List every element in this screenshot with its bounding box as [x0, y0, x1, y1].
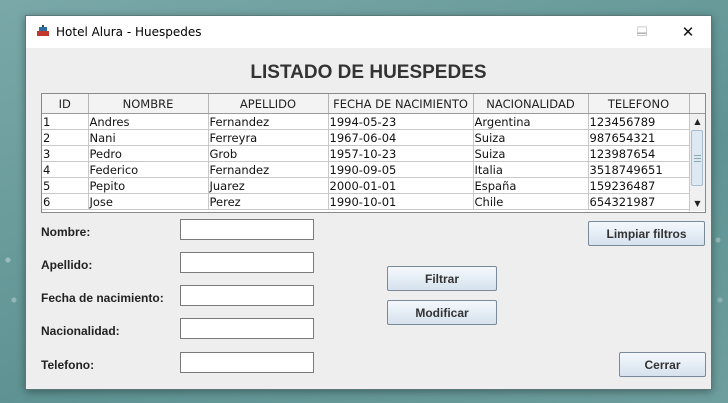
cerrar-button[interactable]: Cerrar [619, 352, 706, 377]
cell-nacionalidad: España [473, 177, 589, 194]
table-row[interactable]: 4 Federico Fernandez 1990-09-05 Italia 3… [42, 161, 690, 178]
cell-id: 2 [42, 129, 89, 146]
nombre-input[interactable] [180, 219, 314, 240]
cell-id: 5 [42, 177, 89, 194]
page-title: LISTADO DE HUESPEDES [250, 62, 487, 83]
arrow-down-icon: ▼ [694, 198, 701, 208]
scroll-down-button[interactable]: ▼ [690, 196, 705, 210]
table-row[interactable]: 6 Jose Perez 1990-10-01 Chile 654321987 [42, 193, 690, 210]
apellido-input[interactable] [180, 252, 314, 273]
table-row[interactable]: 1 Andres Fernandez 1994-05-23 Argentina … [42, 113, 690, 130]
scroll-thumb[interactable] [691, 130, 703, 186]
cell-telefono: 987654321 [588, 129, 690, 146]
nombre-label: Nombre: [41, 225, 91, 239]
telefono-label: Telefono: [41, 358, 95, 372]
filtrar-button[interactable]: Filtrar [387, 266, 497, 291]
cell-id: 3 [42, 145, 89, 162]
cell-nombre: Pedro [88, 145, 209, 162]
cell-nombre: Andres [88, 113, 209, 130]
maximize-icon: ☐ [636, 24, 648, 40]
cell-telefono: 123456789 [588, 113, 690, 130]
cell-fecha: 1990-10-01 [328, 193, 474, 210]
cell-telefono: 3518749651 [588, 161, 690, 178]
cell-nacionalidad: Argentina [473, 113, 589, 130]
column-header-telefono[interactable]: TELEFONO [588, 94, 690, 114]
cell-apellido: Ferreyra [208, 129, 329, 146]
column-header-nombre[interactable]: NOMBRE [88, 94, 209, 114]
cell-id: 4 [42, 161, 89, 178]
column-header-id[interactable]: ID [42, 94, 89, 114]
cell-nacionalidad: Chile [473, 193, 589, 210]
nacionalidad-label: Nacionalidad: [41, 324, 120, 338]
table-row[interactable]: 3 Pedro Grob 1957-10-23 Suiza 123987654 [42, 145, 690, 162]
telefono-input[interactable] [180, 352, 314, 373]
cell-nacionalidad: Suiza [473, 145, 589, 162]
title-bar[interactable]: Hotel Alura - Huespedes — ☐ ✕ [26, 16, 711, 48]
modificar-button[interactable]: Modificar [387, 300, 497, 325]
cell-fecha: 1990-09-05 [328, 161, 474, 178]
cell-apellido: Fernandez [208, 161, 329, 178]
fecha-nacimiento-input[interactable] [180, 285, 314, 306]
column-header-fecha[interactable]: FECHA DE NACIMIENTO [328, 94, 474, 114]
cell-nacionalidad: Italia [473, 161, 589, 178]
window-title: Hotel Alura - Huespedes [56, 25, 202, 39]
table-header-row: ID NOMBRE APELLIDO FECHA DE NACIMIENTO N… [42, 94, 690, 114]
table-vertical-scrollbar[interactable]: ▲ ▼ [689, 114, 705, 211]
app-icon [37, 25, 49, 36]
maximize-button[interactable]: ☐ [619, 16, 665, 48]
limpiar-filtros-button[interactable]: Limpiar filtros [588, 221, 705, 246]
cell-apellido: Perez [208, 193, 329, 210]
cell-fecha: 2000-01-01 [328, 177, 474, 194]
table-row[interactable]: 2 Nani Ferreyra 1967-06-04 Suiza 9876543… [42, 129, 690, 146]
cell-fecha: 1994-05-23 [328, 113, 474, 130]
cell-telefono: 159236487 [588, 177, 690, 194]
app-window: Hotel Alura - Huespedes — ☐ ✕ LISTADO DE… [25, 15, 712, 390]
cell-nacionalidad: Suiza [473, 129, 589, 146]
cell-apellido: Grob [208, 145, 329, 162]
close-window-button[interactable]: ✕ [665, 16, 711, 48]
cell-fecha: 1957-10-23 [328, 145, 474, 162]
cell-id: 6 [42, 193, 89, 210]
cell-nombre: Jose [88, 193, 209, 210]
arrow-up-icon: ▲ [694, 116, 701, 126]
nacionalidad-input[interactable] [180, 318, 314, 339]
cell-apellido: Juarez [208, 177, 329, 194]
scroll-up-button[interactable]: ▲ [690, 114, 705, 128]
column-header-apellido[interactable]: APELLIDO [208, 94, 329, 114]
cell-nombre: Federico [88, 161, 209, 178]
cell-nombre: Pepito [88, 177, 209, 194]
cell-id: 1 [42, 113, 89, 130]
table-row[interactable]: 5 Pepito Juarez 2000-01-01 España 159236… [42, 177, 690, 194]
cell-apellido: Fernandez [208, 113, 329, 130]
cell-telefono: 654321987 [588, 193, 690, 210]
guests-table[interactable]: ID NOMBRE APELLIDO FECHA DE NACIMIENTO N… [41, 93, 706, 213]
cell-telefono: 123987654 [588, 145, 690, 162]
column-header-nacionalidad[interactable]: NACIONALIDAD [473, 94, 589, 114]
table-header-corner [690, 94, 705, 114]
close-icon: ✕ [681, 23, 695, 41]
fecha-nacimiento-label: Fecha de nacimiento: [41, 291, 164, 305]
cell-fecha: 1967-06-04 [328, 129, 474, 146]
apellido-label: Apellido: [41, 258, 93, 272]
cell-nombre: Nani [88, 129, 209, 146]
